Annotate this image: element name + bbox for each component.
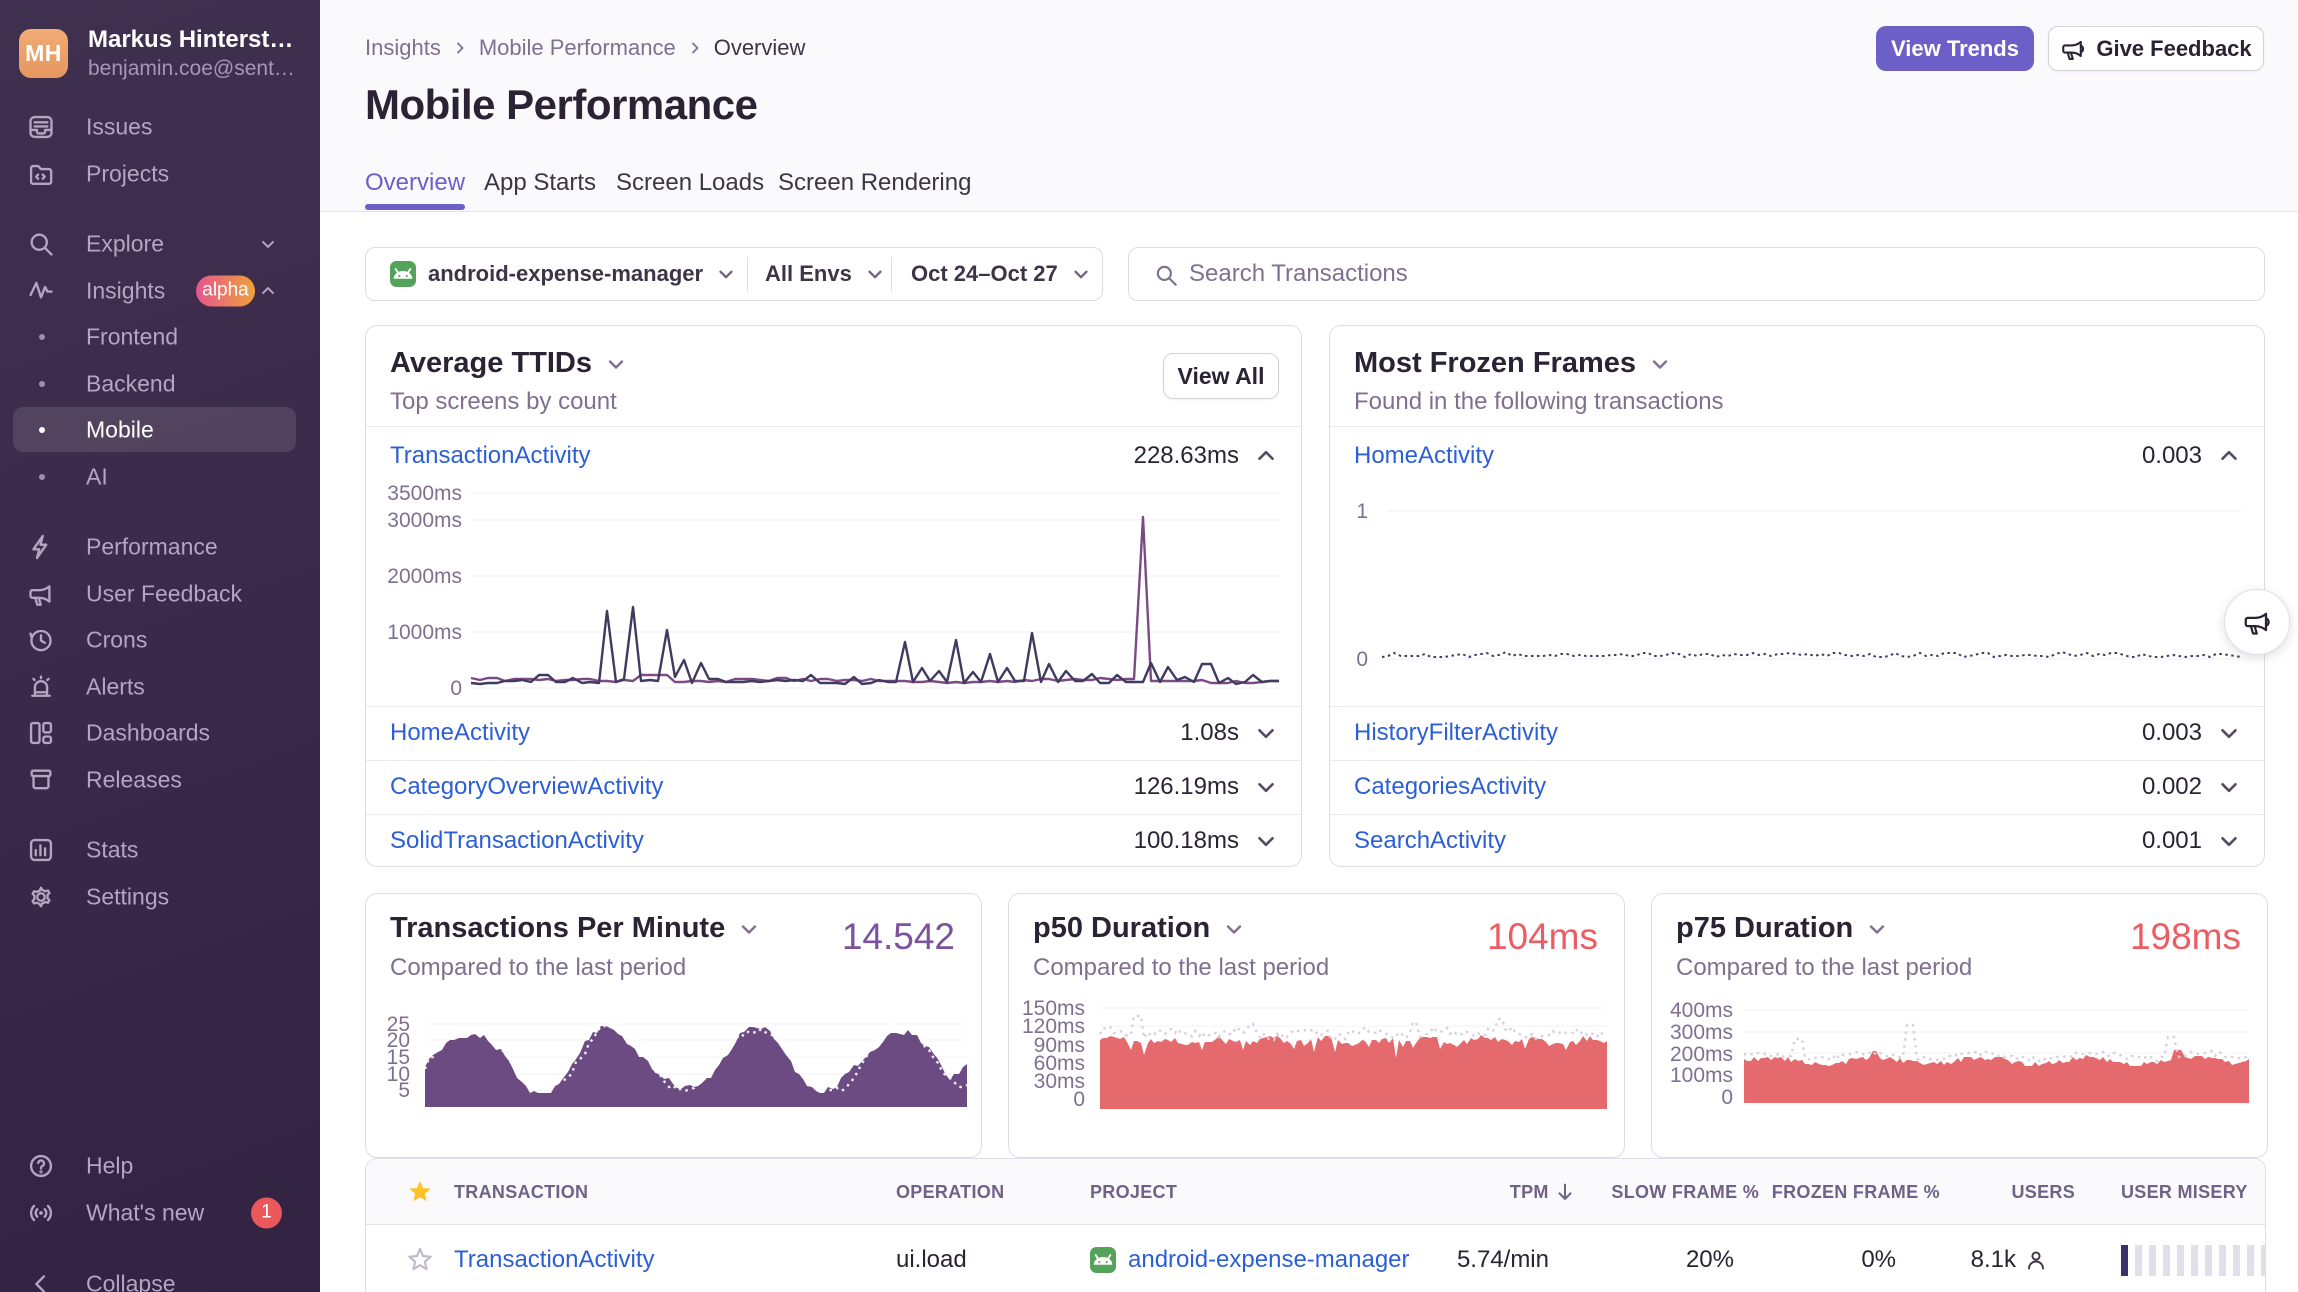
svg-text:0: 0 [1721, 1086, 1733, 1109]
svg-text:300ms: 300ms [1670, 1021, 1733, 1044]
svg-text:0: 0 [1356, 648, 1368, 671]
svg-text:1: 1 [1356, 500, 1368, 523]
svg-text:5: 5 [398, 1079, 410, 1102]
svg-text:0: 0 [1073, 1088, 1085, 1111]
svg-text:1000ms: 1000ms [387, 621, 462, 644]
svg-text:3000ms: 3000ms [387, 509, 462, 532]
svg-text:3500ms: 3500ms [387, 482, 462, 505]
svg-text:2000ms: 2000ms [387, 565, 462, 588]
svg-text:0: 0 [450, 677, 462, 700]
svg-text:200ms: 200ms [1670, 1043, 1733, 1066]
svg-text:100ms: 100ms [1670, 1064, 1733, 1087]
svg-text:400ms: 400ms [1670, 999, 1733, 1022]
